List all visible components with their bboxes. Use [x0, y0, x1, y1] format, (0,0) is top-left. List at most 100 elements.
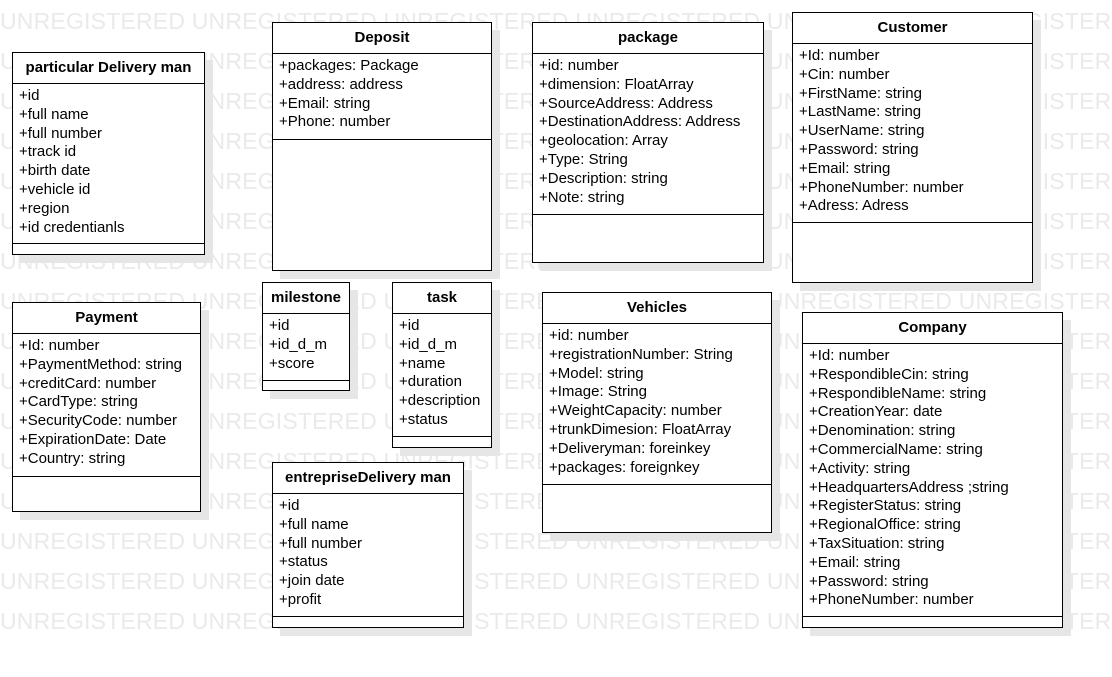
- class-name: task: [393, 283, 491, 314]
- attribute-row: +status: [399, 410, 448, 428]
- attribute-row: +Email: string: [279, 94, 371, 112]
- class-name: Deposit: [273, 23, 491, 54]
- attribute-row: +id: number: [539, 57, 619, 74]
- attribute-row: +Phone: number: [279, 113, 391, 131]
- attribute-row: +LastName: string: [799, 103, 922, 121]
- attribute-row: +full number: [19, 124, 102, 142]
- attribute-row: +CardType: string: [19, 393, 138, 411]
- attribute-row: +Id: number: [19, 337, 100, 354]
- attribute-row: +packages: Package: [279, 57, 419, 74]
- class-deposit[interactable]: Deposit +packages: Package +address: addr…: [272, 22, 492, 271]
- attribute-row: +name: [399, 354, 446, 372]
- attribute-row: +Type: String: [539, 150, 628, 168]
- attribute-row: +HeadquartersAddress ;string: [809, 478, 1009, 496]
- attribute-row: +Activity: string: [809, 459, 911, 477]
- class-name: particular Delivery man: [13, 53, 204, 84]
- attribute-row: +profit: [279, 590, 322, 608]
- attribute-row: +TaxSituation: string: [809, 534, 945, 552]
- attribute-row: +Image: String: [549, 383, 647, 401]
- attribute-row: +Description: string: [539, 169, 668, 187]
- attribute-list: +id +full name +full number +status +join da…: [273, 494, 463, 617]
- class-name: entrepriseDelivery man: [273, 463, 463, 494]
- attribute-row: +RespondibleName: string: [809, 384, 987, 402]
- attribute-row: +id: number: [549, 327, 629, 344]
- attribute-row: +Deliveryman: foreinkey: [549, 439, 711, 457]
- class-name: Company: [803, 313, 1062, 344]
- attribute-list: +Id: number +PaymentMethod: string +credit…: [13, 334, 200, 477]
- attribute-row: +CreationYear: date: [809, 403, 943, 421]
- attribute-row: +Id: number: [799, 47, 880, 64]
- attribute-row: +id_d_m: [269, 335, 327, 353]
- attribute-row: +WeightCapacity: number: [549, 402, 722, 420]
- attribute-list: +id +full name +full number +track id +birth…: [13, 84, 204, 244]
- class-task[interactable]: task +id +id_d_m +name +duration +descriptio…: [392, 282, 492, 448]
- attribute-row: +Cin: number: [799, 65, 890, 83]
- class-customer[interactable]: Customer +Id: number +Cin: number +FirstNa…: [792, 12, 1033, 283]
- attribute-row: +join date: [279, 572, 345, 590]
- attribute-row: +score: [269, 354, 315, 372]
- attribute-row: +PhoneNumber: number: [809, 591, 974, 609]
- attribute-row: +Id: number: [809, 347, 890, 364]
- attribute-row: +DestinationAddress: Address: [539, 113, 741, 131]
- attribute-row: +status: [279, 553, 328, 571]
- attribute-row: +full number: [279, 534, 362, 552]
- attribute-row: +birth date: [19, 162, 91, 180]
- attribute-row: +registrationNumber: String: [549, 345, 733, 363]
- attribute-row: +Country: string: [19, 449, 126, 467]
- attribute-row: +UserName: string: [799, 122, 925, 140]
- attribute-row: +Email: string: [809, 553, 901, 571]
- attribute-row: +id credentianls: [19, 218, 125, 236]
- attribute-row: +Password: string: [809, 572, 929, 590]
- attribute-row: +address: address: [279, 75, 403, 93]
- attribute-row: +FirstName: string: [799, 84, 922, 102]
- attribute-row: +region: [19, 199, 70, 217]
- attribute-row: +id: [399, 317, 420, 334]
- attribute-row: +id: [269, 317, 290, 334]
- class-milestone[interactable]: milestone +id +id_d_m +score: [262, 282, 350, 391]
- class-payment[interactable]: Payment +Id: number +PaymentMethod: strin…: [12, 302, 201, 512]
- attribute-row: +geolocation: Array: [539, 132, 668, 150]
- attribute-row: +Note: string: [539, 188, 625, 206]
- attribute-row: +Password: string: [799, 140, 919, 158]
- attribute-row: +id_d_m: [399, 335, 457, 353]
- attribute-row: +CommercialName: string: [809, 440, 983, 458]
- attribute-row: +SourceAddress: Address: [539, 94, 713, 112]
- attribute-row: +Model: string: [549, 364, 644, 382]
- attribute-list: +id: number +dimension: FloatArray +Source…: [533, 54, 763, 215]
- attribute-row: +dimension: FloatArray: [539, 75, 694, 93]
- attribute-row: +id: [279, 497, 300, 514]
- attribute-row: +packages: foreignkey: [549, 458, 700, 476]
- attribute-row: +Email: string: [799, 159, 891, 177]
- attribute-row: +PaymentMethod: string: [19, 355, 183, 373]
- attribute-row: +full name: [279, 515, 349, 533]
- class-package[interactable]: package +id: number +dimension: FloatArra…: [532, 22, 764, 263]
- attribute-list: +id: number +registrationNumber: String +M…: [543, 324, 771, 485]
- class-vehicles[interactable]: Vehicles +id: number +registrationNumber:…: [542, 292, 772, 533]
- attribute-list: +Id: number +Cin: number +FirstName: strin…: [793, 44, 1032, 223]
- class-entreprise-delivery-man[interactable]: entrepriseDelivery man +id +full name +ful…: [272, 462, 464, 628]
- class-name: Customer: [793, 13, 1032, 44]
- class-particular-delivery-man[interactable]: particular Delivery man +id +full name +fu…: [12, 52, 205, 255]
- attribute-row: +Denomination: string: [809, 422, 956, 440]
- attribute-row: +creditCard: number: [19, 374, 157, 392]
- attribute-list: +packages: Package +address: address +Emai…: [273, 54, 491, 140]
- attribute-row: +description: [399, 392, 481, 410]
- attribute-row: +PhoneNumber: number: [799, 178, 964, 196]
- attribute-row: +RegisterStatus: string: [809, 497, 962, 515]
- attribute-list: +id +id_d_m +name +duration +description +sta…: [393, 314, 491, 437]
- attribute-row: +SecurityCode: number: [19, 412, 177, 430]
- attribute-row: +Adress: Adress: [799, 197, 909, 215]
- class-name: Payment: [13, 303, 200, 334]
- class-company[interactable]: Company +Id: number +RespondibleCin: stri…: [802, 312, 1063, 628]
- attribute-list: +Id: number +RespondibleCin: string +Respo…: [803, 344, 1062, 617]
- attribute-row: +duration: [399, 373, 462, 391]
- class-name: package: [533, 23, 763, 54]
- attribute-list: +id +id_d_m +score: [263, 314, 349, 381]
- attribute-row: +vehicle id: [19, 180, 91, 198]
- attribute-row: +id: [19, 87, 40, 104]
- class-name: milestone: [263, 283, 349, 314]
- attribute-row: +full name: [19, 105, 89, 123]
- attribute-row: +RegionalOffice: string: [809, 516, 961, 534]
- class-name: Vehicles: [543, 293, 771, 324]
- attribute-row: +RespondibleCin: string: [809, 365, 969, 383]
